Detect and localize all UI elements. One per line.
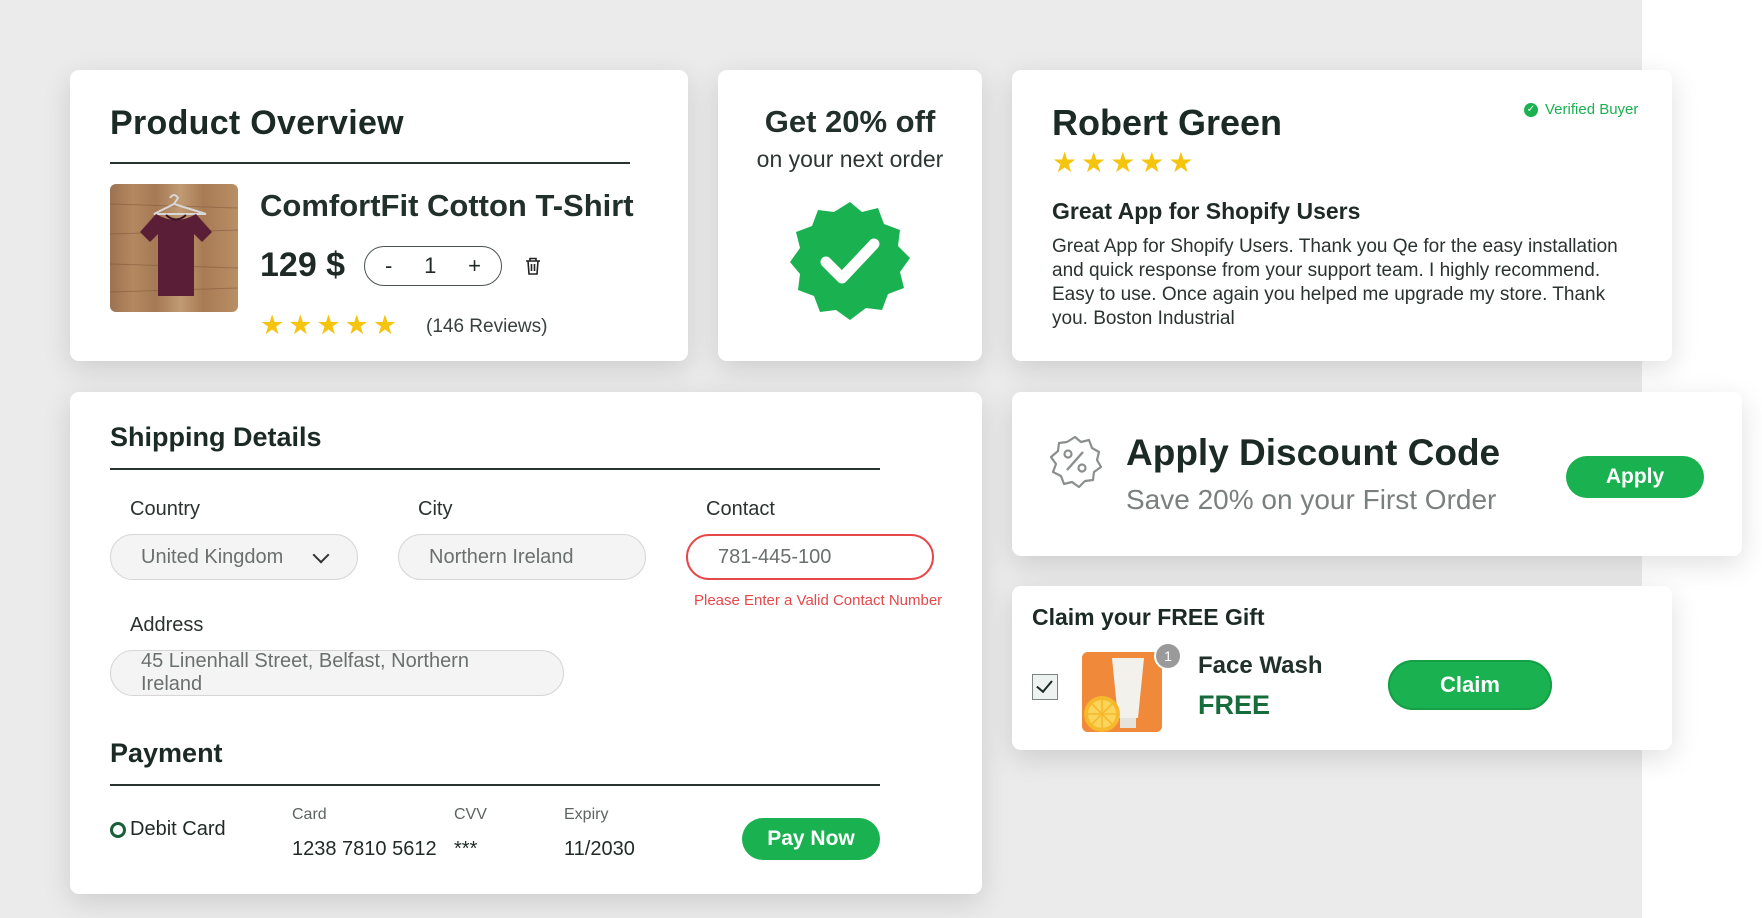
quantity-value: 1 [424,253,437,278]
verified-label: Verified Buyer [1545,101,1639,118]
gift-title: Claim your FREE Gift [1032,604,1265,630]
contact-label: Contact [706,498,775,520]
discount-code-card: Apply Discount Code Save 20% on your Fir… [1012,392,1742,556]
address-value: 45 Linenhall Street, Belfast, Northern I… [141,650,469,695]
card-number: 1238 7810 5612 [292,838,437,860]
country-label: Country [130,498,201,520]
country-value: United Kingdom [141,545,284,568]
contact-error-message: Please Enter a Valid Contact Number [694,592,943,609]
product-name: ComfortFit Cotton T-Shirt [260,188,634,223]
shipping-card: Shipping Details Country United Kingdom … [70,392,982,894]
divider [110,784,880,786]
payment-title: Payment [110,738,223,768]
pay-now-button[interactable]: Pay Now [742,818,880,860]
review-card: Robert Green ✓ Verified Buyer ★★★★★ Grea… [1012,70,1672,361]
product-overview-card: Product Overview ComfortFit Cotton T-Shi… [70,70,688,361]
expiry-label: Expiry [564,806,609,823]
apply-button[interactable]: Apply [1566,456,1704,498]
discount-percent-icon [1049,435,1102,488]
verified-buyer-badge: ✓ Verified Buyer [1524,101,1638,118]
product-overview-title: Product Overview [110,104,404,142]
city-label: City [418,498,453,520]
decrement-button[interactable]: - [385,253,392,279]
gift-quantity-badge: 1 [1154,642,1182,670]
promo-subtitle: on your next order [756,146,944,172]
check-circle-icon: ✓ [1524,102,1538,117]
address-input[interactable]: 45 Linenhall Street, Belfast, Northern I… [110,650,564,696]
city-value: Northern Ireland [429,545,574,568]
contact-value: 781-445-100 [718,545,832,568]
card-label: Card [292,806,327,823]
product-rating-stars: ★★★★★ [260,310,402,340]
cvv-value: *** [454,838,478,860]
product-price: 129 $ [260,246,346,284]
discount-title: Apply Discount Code [1126,432,1501,473]
face-wash-image [1082,652,1162,732]
payment-method-label[interactable]: Debit Card [130,818,226,841]
expiry-value: 11/2030 [564,838,635,860]
chevron-down-icon [312,546,330,564]
divider [110,162,630,164]
gift-name: Face Wash [1198,652,1323,679]
shipping-title: Shipping Details [110,422,322,452]
trash-icon[interactable] [524,256,542,276]
reviewer-name: Robert Green [1052,102,1283,143]
divider [110,468,880,470]
contact-input[interactable]: 781-445-100 [686,534,934,580]
discount-subtitle: Save 20% on your First Order [1126,484,1497,515]
review-rating-stars: ★★★★★ [1052,147,1198,178]
debit-card-radio[interactable] [110,822,126,838]
product-image[interactable] [110,184,238,312]
increment-button[interactable]: + [468,253,481,279]
free-gift-card: Claim your FREE Gift 1 Face Wash FREE Cl… [1012,586,1672,750]
review-body: Great App for Shopify Users. Thank you Q… [1052,236,1618,329]
review-headline: Great App for Shopify Users [1052,198,1361,224]
review-count[interactable]: (146 Reviews) [426,316,547,338]
gift-checkbox[interactable] [1032,674,1058,700]
promo-title: Get 20% off [764,104,936,139]
country-select[interactable]: United Kingdom [110,534,358,580]
address-label: Address [130,614,204,636]
verified-badge-icon [790,202,910,320]
cvv-label: CVV [454,806,487,823]
city-input[interactable]: Northern Ireland [398,534,646,580]
claim-button[interactable]: Claim [1388,660,1552,710]
gift-price: FREE [1198,690,1271,720]
quantity-stepper[interactable]: - 1 + [364,246,502,286]
promo-card: Get 20% off on your next order [718,70,982,361]
